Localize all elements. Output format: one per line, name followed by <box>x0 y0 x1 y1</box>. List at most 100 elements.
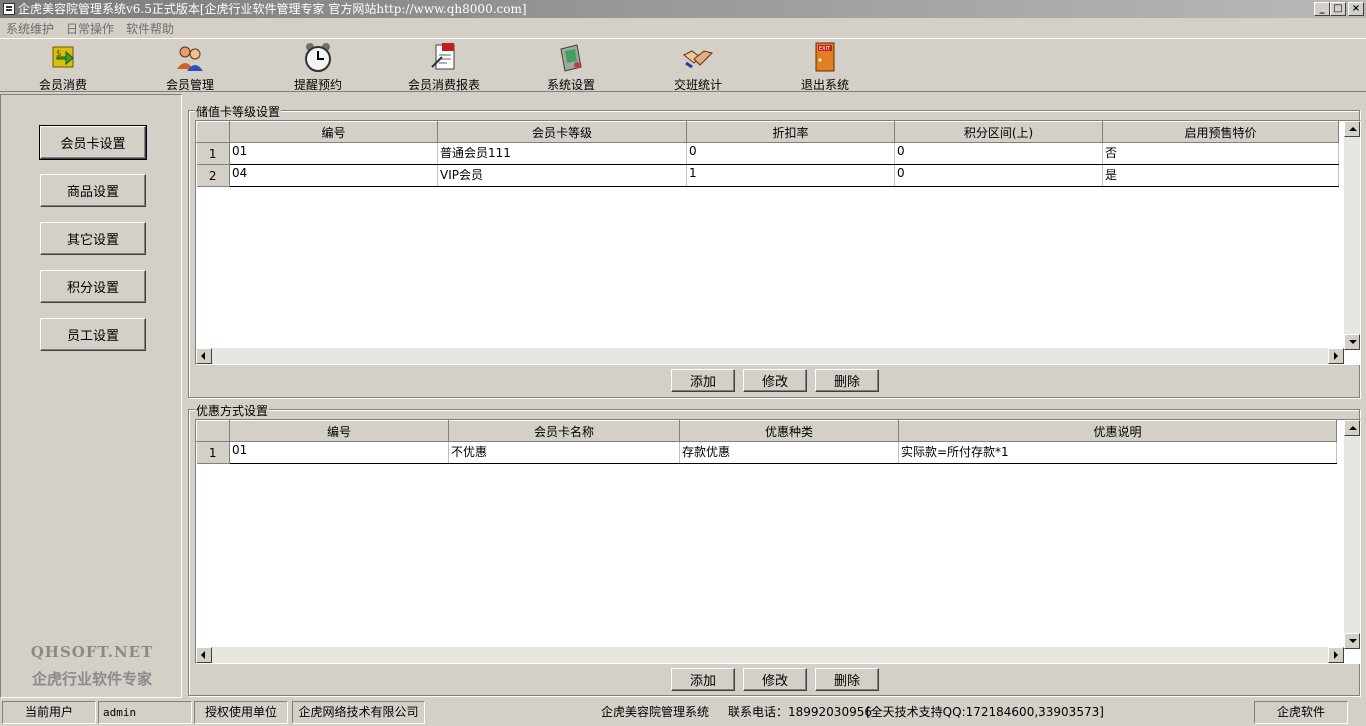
table-cell[interactable]: VIP会员 <box>437 164 687 187</box>
column-header[interactable]: 启用预售特价 <box>1102 121 1339 143</box>
column-header[interactable]: 优惠种类 <box>679 420 899 442</box>
member-manage-icon <box>174 41 206 73</box>
column-header[interactable]: 编号 <box>229 121 438 143</box>
toolbar-member-manage[interactable]: 会员管理 <box>140 41 240 93</box>
vertical-scrollbar[interactable] <box>1344 121 1360 350</box>
status-vendor: 企虎软件 <box>1254 701 1348 724</box>
menu-daily-operation[interactable]: 日常操作 <box>66 20 114 37</box>
toolbar-consume-report[interactable]: 会员消费报表 <box>394 41 494 93</box>
column-header[interactable]: 折扣率 <box>686 121 895 143</box>
window-title: 企虎美容院管理系统v6.5正式版本[企虎行业软件管理专家 官方网站http://… <box>18 2 527 16</box>
app-icon[interactable] <box>3 3 15 15</box>
column-header[interactable]: 积分区间(上) <box>894 121 1103 143</box>
menu-system-maintenance[interactable]: 系统维护 <box>6 20 54 37</box>
row-number[interactable]: 1 <box>196 441 230 464</box>
scroll-down-button[interactable] <box>1344 334 1360 350</box>
status-app-name: 企虎美容院管理系统 <box>601 705 710 719</box>
staff-settings-button[interactable]: 员工设置 <box>40 318 146 351</box>
other-settings-button[interactable]: 其它设置 <box>40 222 146 255</box>
member-consume-icon: $ <box>47 41 79 73</box>
minimize-button[interactable]: _ <box>1314 2 1330 16</box>
maximize-button[interactable]: □ <box>1330 2 1346 16</box>
status-phone: 联系电话：18992030956 <box>728 705 872 719</box>
current-user-value: admin <box>98 701 192 724</box>
table-cell[interactable]: 04 <box>229 164 438 187</box>
points-settings-button[interactable]: 积分设置 <box>40 270 146 303</box>
product-settings-button[interactable]: 商品设置 <box>40 174 146 207</box>
scroll-left-button[interactable] <box>196 647 212 663</box>
card-level-edit-button[interactable]: 修改 <box>743 369 807 392</box>
row-number[interactable]: 1 <box>196 142 230 165</box>
card-level-add-button[interactable]: 添加 <box>671 369 735 392</box>
vertical-scrollbar[interactable] <box>1344 420 1360 649</box>
table-row[interactable]: 2 04 VIP会员 1 0 是 <box>196 164 1339 187</box>
table-row[interactable]: 1 01 普通会员111 0 0 否 <box>196 142 1339 165</box>
left-panel: 会员卡设置 商品设置 其它设置 积分设置 员工设置 QHSOFT.NET 企虎行… <box>0 94 182 698</box>
toolbar-member-consume[interactable]: $ 会员消费 <box>13 41 113 93</box>
discount-group-title: 优惠方式设置 <box>195 402 270 419</box>
toolbar-system-settings[interactable]: 系统设置 <box>521 41 621 93</box>
discount-add-button[interactable]: 添加 <box>671 668 735 691</box>
toolbar-exit[interactable]: EXIT 退出系统 <box>775 41 875 93</box>
column-header[interactable]: 会员卡等级 <box>437 121 687 143</box>
status-bar: 当前用户 admin 授权使用单位 企虎网络技术有限公司 企虎美容院管理系统 联… <box>0 700 1366 726</box>
report-icon <box>428 41 460 73</box>
settings-icon <box>555 41 587 73</box>
column-header[interactable]: 优惠说明 <box>898 420 1337 442</box>
card-level-group-title: 储值卡等级设置 <box>195 103 282 120</box>
table-cell[interactable]: 不优惠 <box>448 441 680 464</box>
table-cell[interactable]: 否 <box>1102 142 1339 165</box>
current-user-label: 当前用户 <box>2 701 96 724</box>
table-cell[interactable]: 0 <box>686 142 895 165</box>
discount-edit-button[interactable]: 修改 <box>743 668 807 691</box>
scroll-left-button[interactable] <box>196 348 212 364</box>
horizontal-scrollbar[interactable] <box>196 348 1344 364</box>
discount-delete-button[interactable]: 删除 <box>815 668 879 691</box>
member-card-settings-button[interactable]: 会员卡设置 <box>39 125 147 160</box>
discount-group: 优惠方式设置 编号 会员卡名称 优惠种类 优惠说明 1 01 不优惠 存款优惠 … <box>188 402 1361 696</box>
scroll-up-button[interactable] <box>1344 121 1360 137</box>
authorized-unit-label: 授权使用单位 <box>194 701 288 724</box>
table-cell[interactable]: 1 <box>686 164 895 187</box>
svg-text:$: $ <box>56 49 62 59</box>
scroll-up-button[interactable] <box>1344 420 1360 436</box>
status-support: [全天技术支持QQ:172184600,33903573] <box>866 705 1104 719</box>
row-header-corner <box>196 420 230 442</box>
toolbar-shift-stats[interactable]: 交班统计 <box>648 41 748 93</box>
table-cell[interactable]: 0 <box>894 164 1103 187</box>
menu-help[interactable]: 软件帮助 <box>126 20 174 37</box>
authorized-unit-value: 企虎网络技术有限公司 <box>292 701 425 724</box>
scroll-down-button[interactable] <box>1344 633 1360 649</box>
table-row[interactable]: 1 01 不优惠 存款优惠 实际款=所付存款*1 <box>196 441 1337 464</box>
card-level-grid: 编号 会员卡等级 折扣率 积分区间(上) 启用预售特价 1 01 普通会员111… <box>195 120 1361 365</box>
card-level-table: 编号 会员卡等级 折扣率 积分区间(上) 启用预售特价 1 01 普通会员111… <box>196 121 1339 187</box>
table-cell[interactable]: 实际款=所付存款*1 <box>898 441 1337 464</box>
table-cell[interactable]: 0 <box>894 142 1103 165</box>
menu-bar: 系统维护 日常操作 软件帮助 <box>0 18 1366 38</box>
svg-text:EXIT: EXIT <box>819 46 831 52</box>
table-cell[interactable]: 是 <box>1102 164 1339 187</box>
brand-chinese: 企虎行业软件专家 <box>31 670 152 688</box>
table-cell[interactable]: 01 <box>229 441 449 464</box>
table-cell[interactable]: 普通会员111 <box>437 142 687 165</box>
close-button[interactable]: × <box>1348 2 1364 16</box>
discount-table: 编号 会员卡名称 优惠种类 优惠说明 1 01 不优惠 存款优惠 实际款=所付存… <box>196 420 1337 464</box>
exit-door-icon: EXIT <box>809 41 841 73</box>
toolbar-reminder[interactable]: 提醒预约 <box>268 41 368 93</box>
table-cell[interactable]: 01 <box>229 142 438 165</box>
title-bar: 企虎美容院管理系统v6.5正式版本[企虎行业软件管理专家 官方网站http://… <box>0 0 1366 18</box>
horizontal-scrollbar[interactable] <box>196 647 1344 663</box>
handshake-icon <box>682 41 714 73</box>
row-number[interactable]: 2 <box>196 164 230 187</box>
table-cell[interactable]: 存款优惠 <box>679 441 899 464</box>
toolbar: $ 会员消费 会员管理 提醒预约 会员消费报表 系统设置 交班统计 EXIT 退… <box>0 38 1366 92</box>
discount-grid: 编号 会员卡名称 优惠种类 优惠说明 1 01 不优惠 存款优惠 实际款=所付存… <box>195 419 1361 664</box>
scroll-right-button[interactable] <box>1328 348 1344 364</box>
column-header[interactable]: 会员卡名称 <box>448 420 680 442</box>
column-header[interactable]: 编号 <box>229 420 449 442</box>
card-level-group: 储值卡等级设置 编号 会员卡等级 折扣率 积分区间(上) 启用预售特价 1 01… <box>188 103 1361 398</box>
alarm-clock-icon <box>302 41 334 73</box>
row-header-corner <box>196 121 230 143</box>
scroll-right-button[interactable] <box>1328 647 1344 663</box>
card-level-delete-button[interactable]: 删除 <box>815 369 879 392</box>
